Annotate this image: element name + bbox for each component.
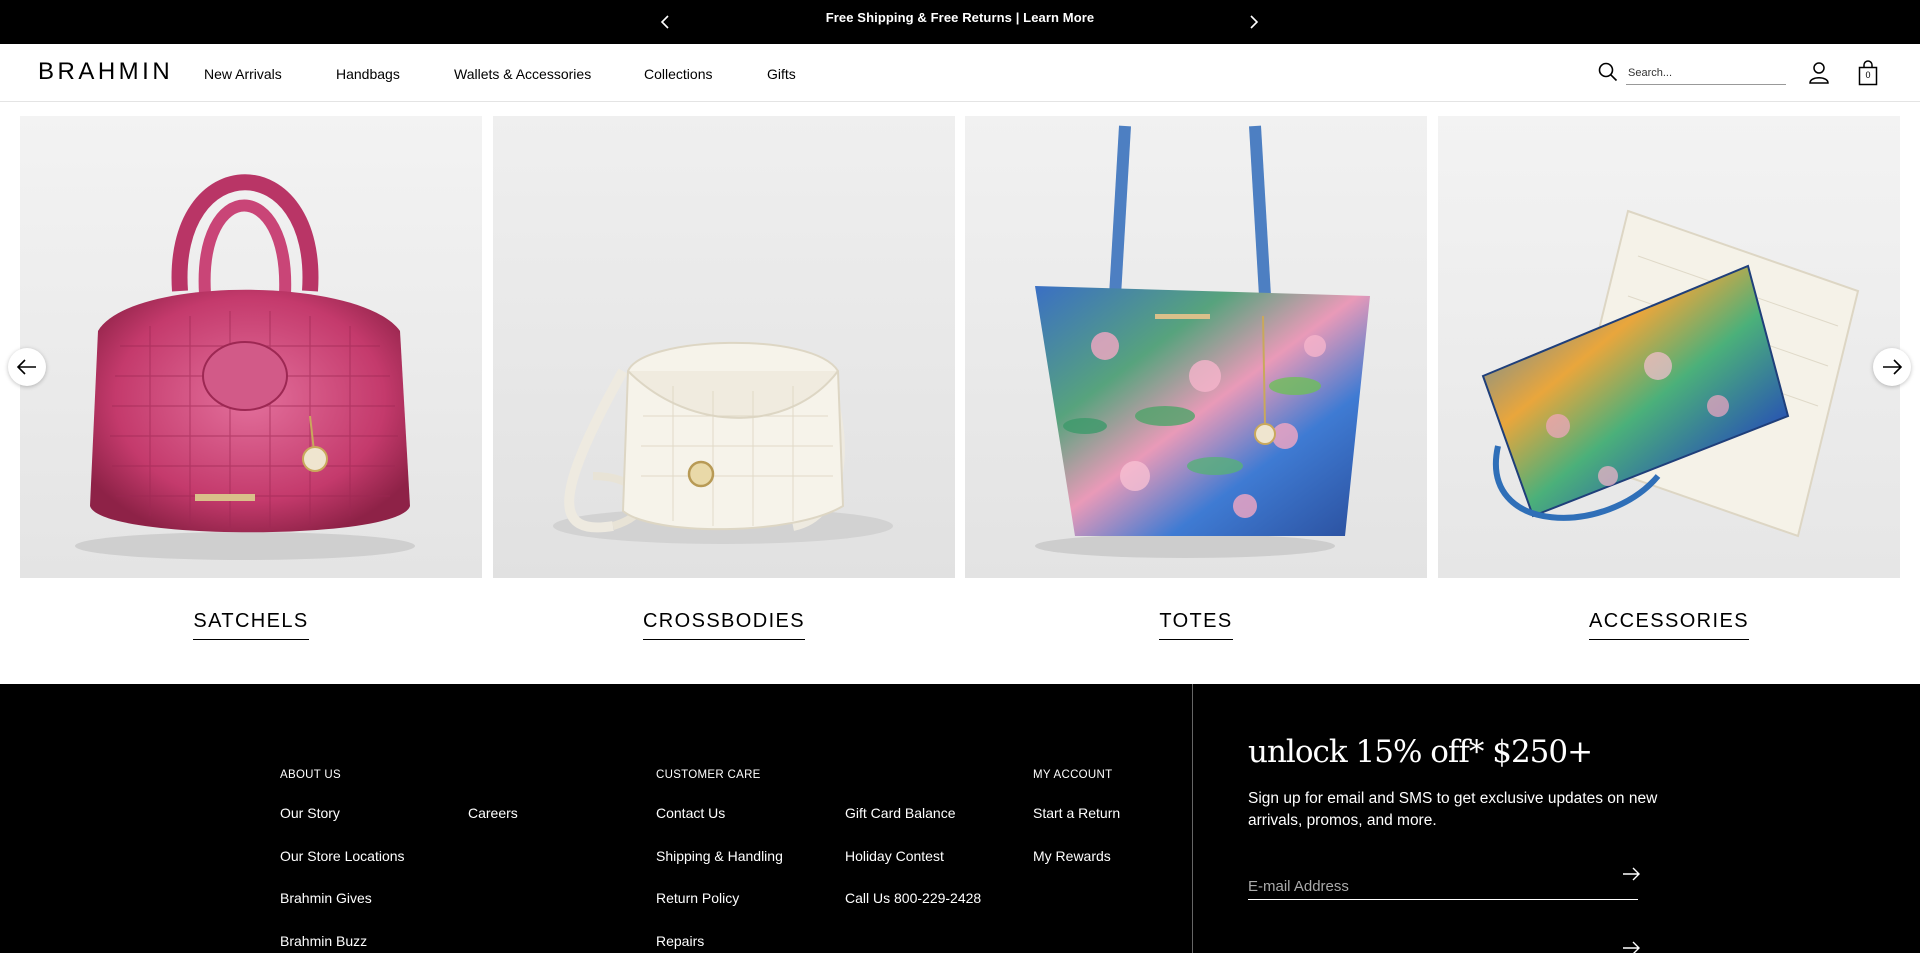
footer-link-careers[interactable]: Careers (468, 805, 518, 821)
nav-collections[interactable]: Collections (644, 66, 712, 82)
footer-heading-about: ABOUT US (280, 769, 341, 781)
category-link-accessories[interactable]: ACCESSORIES (1438, 610, 1900, 640)
search-icon[interactable] (1597, 61, 1619, 83)
search-input[interactable] (1626, 62, 1786, 85)
arrow-left-icon (16, 359, 36, 375)
category-link-satchels[interactable]: SATCHELS (20, 610, 482, 640)
nav-gifts[interactable]: Gifts (767, 66, 796, 82)
footer-link-store-locations[interactable]: Our Store Locations (280, 848, 405, 864)
nav-new-arrivals[interactable]: New Arrivals (204, 66, 282, 82)
email-submit-arrow-icon[interactable] (1622, 865, 1640, 883)
footer-heading-customer-care: CUSTOMER CARE (656, 769, 761, 781)
footer-link-contact-us[interactable]: Contact Us (656, 805, 725, 821)
site-header: BRAHMIN New Arrivals Handbags Wallets & … (0, 44, 1920, 102)
footer-heading-my-account: MY ACCOUNT (1033, 769, 1113, 781)
category-card-crossbodies[interactable] (493, 116, 955, 578)
satchel-image (20, 116, 482, 578)
nav-handbags[interactable]: Handbags (336, 66, 400, 82)
footer-link-repairs[interactable]: Repairs (656, 933, 704, 949)
site-footer: ABOUT US Our Story Careers Our Store Loc… (0, 684, 1920, 955)
chevron-right-icon[interactable] (1243, 12, 1263, 32)
email-field[interactable] (1248, 873, 1638, 900)
footer-link-brahmin-gives[interactable]: Brahmin Gives (280, 890, 372, 906)
accessories-image (1438, 116, 1900, 578)
footer-link-shipping-handling[interactable]: Shipping & Handling (656, 848, 783, 864)
footer-link-return-policy[interactable]: Return Policy (656, 890, 739, 906)
category-link-totes[interactable]: TOTES (965, 610, 1427, 640)
tote-image (965, 116, 1427, 578)
bag-count: 0 (1865, 70, 1871, 80)
category-card-satchels[interactable] (20, 116, 482, 578)
category-card-accessories[interactable] (1438, 116, 1900, 578)
arrow-right-icon (1883, 359, 1903, 375)
footer-link-call-us[interactable]: Call Us 800-229-2428 (845, 890, 981, 906)
footer-link-my-rewards[interactable]: My Rewards (1033, 848, 1111, 864)
nav-wallets-accessories[interactable]: Wallets & Accessories (454, 66, 591, 82)
brand-logo[interactable]: BRAHMIN (38, 58, 173, 86)
sms-submit-arrow-icon[interactable] (1622, 939, 1640, 957)
footer-link-gift-card-balance[interactable]: Gift Card Balance (845, 805, 956, 821)
footer-link-brahmin-buzz[interactable]: Brahmin Buzz (280, 933, 367, 949)
announcement-text[interactable]: Free Shipping & Free Returns | Learn Mor… (0, 10, 1920, 25)
category-link-crossbodies[interactable]: CROSSBODIES (493, 610, 955, 640)
promo-title: unlock 15% off* $250+ (1248, 734, 1593, 770)
carousel-prev-button[interactable] (8, 348, 46, 386)
footer-divider (1192, 684, 1193, 953)
announcement-bar: Free Shipping & Free Returns | Learn Mor… (0, 0, 1920, 44)
footer-link-our-story[interactable]: Our Story (280, 805, 340, 821)
carousel-next-button[interactable] (1873, 348, 1911, 386)
footer-link-start-return[interactable]: Start a Return (1033, 805, 1120, 821)
crossbody-image (493, 116, 955, 578)
account-icon[interactable] (1808, 61, 1830, 85)
category-card-totes[interactable] (965, 116, 1427, 578)
promo-text: Sign up for email and SMS to get exclusi… (1248, 790, 1658, 829)
footer-link-holiday-contest[interactable]: Holiday Contest (845, 848, 944, 864)
